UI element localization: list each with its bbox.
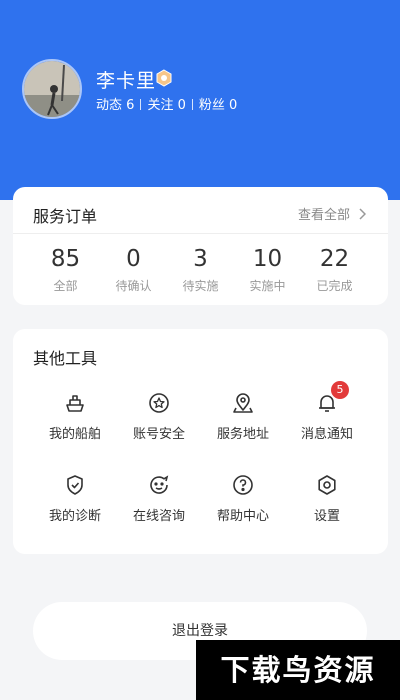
user-name: 李卡里 — [96, 70, 157, 92]
stat-fans[interactable]: 粉丝 0 — [199, 98, 237, 113]
level-badge-icon — [156, 69, 172, 87]
shield-star-icon — [147, 391, 171, 415]
tool-account-security[interactable]: 账号安全 — [117, 391, 201, 442]
tool-label: 帮助中心 — [216, 509, 269, 524]
chevron-right-icon — [359, 207, 366, 220]
profile-stats: 动态 6 关注 0 粉丝 0 — [96, 94, 237, 113]
stat-posts-value: 6 — [126, 98, 135, 113]
tool-service-address[interactable]: 服务地址 — [201, 391, 285, 442]
tools-title: 其他工具 — [33, 349, 98, 368]
order-stat-label: 实施中 — [249, 279, 286, 293]
view-all-link[interactable]: 查看全部 — [298, 204, 366, 223]
profile-header: 李卡里 动态 6 关注 0 粉丝 0 — [0, 0, 400, 200]
order-stat-label: 待确认 — [115, 279, 152, 293]
tool-notifications[interactable]: 5 消息通知 — [285, 381, 369, 442]
order-stat-value: 85 — [50, 246, 81, 272]
help-circle-icon — [231, 473, 255, 497]
tool-label: 我的船舶 — [48, 427, 101, 442]
order-stat-pending-confirm[interactable]: 0 待确认 — [96, 245, 171, 294]
order-stat-value: 22 — [319, 246, 350, 272]
tool-my-diagnosis[interactable]: 我的诊断 — [33, 473, 117, 524]
tool-online-consult[interactable]: 在线咨询 — [117, 473, 201, 524]
order-stat-value: 10 — [252, 246, 283, 272]
order-stat-label: 全部 — [53, 279, 78, 293]
divider — [140, 99, 142, 110]
order-stat-label: 待实施 — [182, 279, 219, 293]
stat-posts-label: 动态 — [96, 98, 123, 113]
tool-label: 消息通知 — [300, 427, 353, 442]
tool-label: 在线咨询 — [132, 509, 185, 524]
stat-following-value: 0 — [177, 98, 186, 113]
tool-settings[interactable]: 设置 — [285, 473, 369, 524]
order-stat-value: 3 — [193, 246, 208, 272]
notification-badge: 5 — [331, 381, 349, 399]
tool-my-ships[interactable]: 我的船舶 — [33, 391, 117, 442]
stat-fans-label: 粉丝 — [198, 98, 225, 113]
tool-label: 服务地址 — [216, 427, 269, 442]
other-tools-card: 其他工具 我的船舶 账号安全 服务地址 5 消息通知 我的诊断 在线咨询 帮助中… — [13, 329, 388, 554]
orders-title: 服务订单 — [33, 207, 98, 226]
shield-check-icon — [63, 473, 87, 497]
stat-posts[interactable]: 动态 6 — [96, 98, 134, 113]
chat-face-icon — [147, 473, 171, 497]
divider — [191, 99, 193, 110]
stat-fans-value: 0 — [229, 98, 238, 113]
watermark: 下载鸟资源 — [196, 640, 400, 700]
avatar[interactable] — [22, 59, 82, 119]
tool-label: 我的诊断 — [48, 509, 101, 524]
stat-following-label: 关注 — [147, 98, 174, 113]
order-stat-completed[interactable]: 22 已完成 — [297, 245, 372, 294]
order-stat-pending-implement[interactable]: 3 待实施 — [163, 245, 238, 294]
divider — [13, 233, 388, 234]
bell-icon: 5 — [315, 381, 349, 415]
settings-hex-icon — [315, 473, 339, 497]
view-all-label: 查看全部 — [297, 208, 350, 223]
tool-label: 账号安全 — [132, 427, 185, 442]
location-pin-icon — [231, 391, 255, 415]
order-stat-label: 已完成 — [316, 279, 353, 293]
ship-icon — [63, 391, 87, 415]
order-stat-in-progress[interactable]: 10 实施中 — [230, 245, 305, 294]
stat-following[interactable]: 关注 0 — [147, 98, 185, 113]
tool-help-center[interactable]: 帮助中心 — [201, 473, 285, 524]
order-stat-all[interactable]: 85 全部 — [28, 245, 103, 294]
service-orders-card: 服务订单 查看全部 85 全部 0 待确认 3 待实施 10 实施中 22 已完… — [13, 187, 388, 305]
order-stat-value: 0 — [126, 246, 141, 272]
tool-label: 设置 — [313, 509, 340, 524]
